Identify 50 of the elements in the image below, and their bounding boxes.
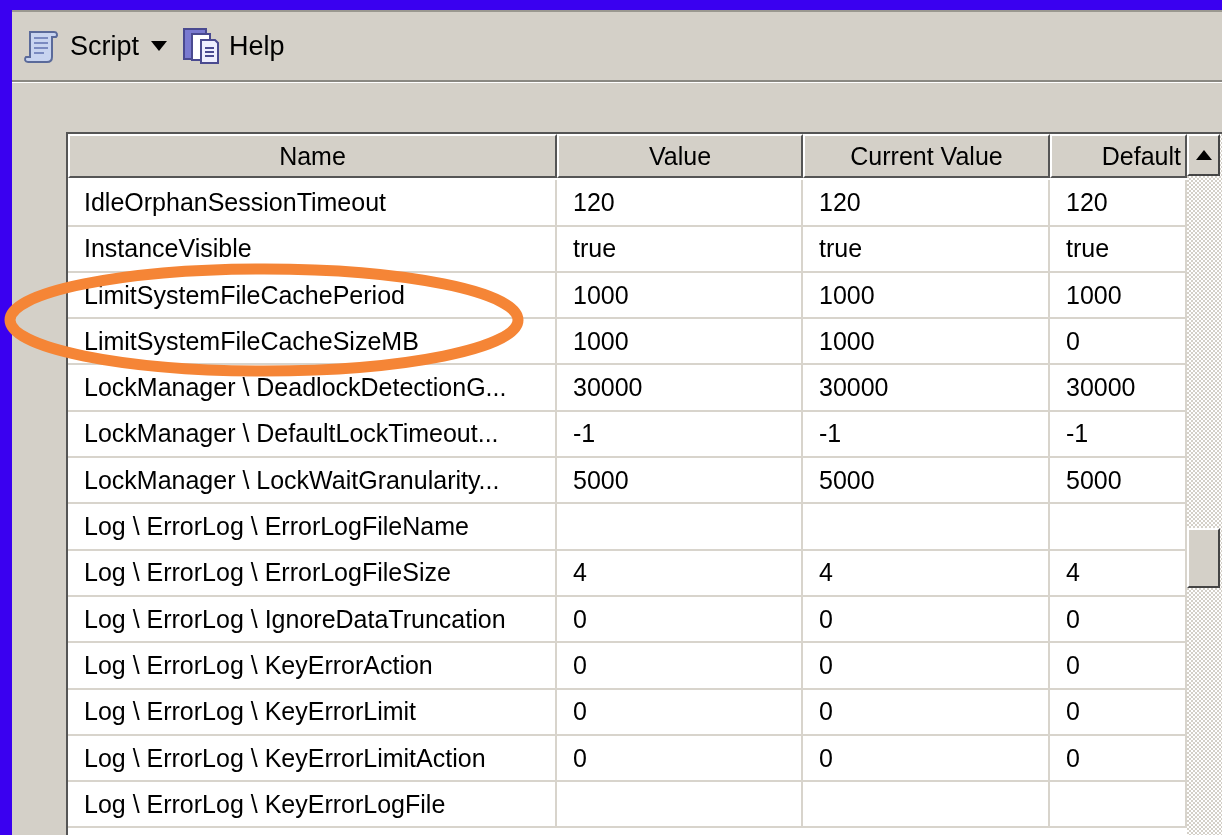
table-cell: 0 (803, 596, 1050, 644)
table-cell: 1000 (557, 272, 803, 320)
table-cell: 120 (557, 180, 803, 227)
table-cell: 0 (803, 735, 1050, 783)
table-cell: Log \ ErrorLog \ KeyErrorLimitAction (68, 735, 557, 783)
table-cell: 30000 (557, 365, 803, 412)
caret-icon (151, 41, 168, 51)
table-cell: 0 (803, 689, 1050, 736)
table-cell: 0 (803, 643, 1050, 690)
scroll-up-button[interactable] (1187, 134, 1220, 176)
column-header[interactable]: Current Value (803, 134, 1050, 178)
table-cell: 0 (557, 735, 803, 783)
table-cell: -1 (803, 411, 1050, 459)
table-cell: Log \ ErrorLog \ ErrorLogFileSize (68, 550, 557, 597)
table-cell: true (557, 226, 803, 273)
table-cell: Log \ ErrorLog \ KeyErrorLimit (68, 689, 557, 736)
table-cell: 30000 (803, 365, 1050, 412)
table-cell: 0 (557, 596, 803, 644)
table-cell: 4 (557, 550, 803, 597)
table-cell: Log \ ErrorLog \ IgnoreDataTruncation (68, 596, 557, 644)
table-cell: LimitSystemFileCacheSizeMB (68, 319, 557, 366)
table-cell: InstanceVisible (68, 226, 557, 273)
up-arrow-icon (1195, 150, 1212, 160)
scroll-thumb[interactable] (1187, 528, 1220, 588)
table-cell: 1000 (803, 319, 1050, 366)
table-cell: -1 (557, 411, 803, 459)
table-cell: 0 (557, 689, 803, 736)
table-cell: LockManager \ DefaultLockTimeout... (68, 411, 557, 459)
table-cell: 0 (557, 643, 803, 690)
table-cell: 4 (803, 550, 1050, 597)
table-cell: IdleOrphanSessionTimeout (68, 180, 557, 227)
help-button[interactable]: Help (177, 22, 289, 70)
table-cell: Log \ ErrorLog \ KeyErrorAction (68, 643, 557, 690)
column-header[interactable]: Value (557, 134, 803, 178)
scrollbar[interactable] (1187, 134, 1222, 835)
documents-icon (181, 26, 222, 66)
table-cell: 120 (803, 180, 1050, 227)
column-header[interactable]: Name (68, 134, 557, 178)
table-cell: 1000 (803, 272, 1050, 320)
column-header[interactable]: Default (1050, 134, 1187, 178)
table-cell: Log \ ErrorLog \ KeyErrorLogFile (68, 782, 557, 829)
table-cell: true (803, 226, 1050, 273)
table-cell: 1000 (557, 319, 803, 366)
table-cell: LockManager \ LockWaitGranularity... (68, 458, 557, 505)
table-cell: 5000 (803, 458, 1050, 505)
table-cell: LimitSystemFileCachePeriod (68, 272, 557, 320)
table-cell: 5000 (557, 458, 803, 505)
script-button[interactable]: Script (18, 22, 172, 70)
table-cell: LockManager \ DeadlockDetectionG... (68, 365, 557, 412)
table-cell: Log \ ErrorLog \ ErrorLogFileName (68, 504, 557, 551)
